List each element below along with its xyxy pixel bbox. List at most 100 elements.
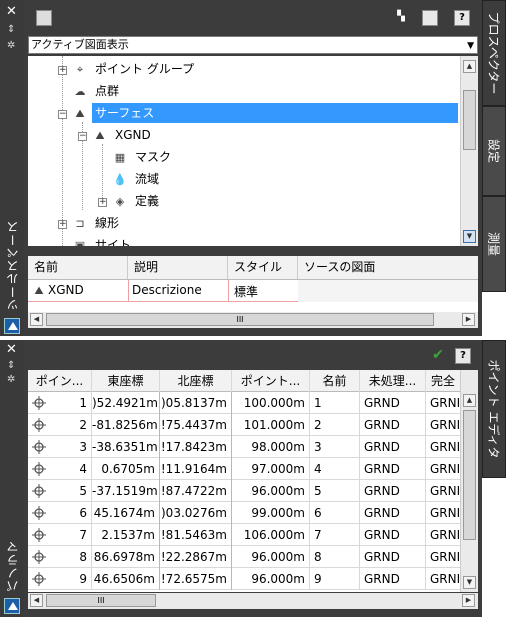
- scroll-right-icon[interactable]: ▶: [462, 313, 475, 326]
- help-button[interactable]: ?: [454, 10, 470, 26]
- cell-point-number[interactable]: 6: [28, 502, 92, 524]
- scroll-down-icon[interactable]: ▼: [463, 230, 476, 243]
- scroll-down-icon[interactable]: ▼: [463, 576, 476, 589]
- cell-easting[interactable]: 45.1674m: [92, 502, 160, 524]
- scroll-up-icon[interactable]: ▲: [463, 60, 476, 73]
- close-icon[interactable]: ✕: [6, 4, 17, 19]
- cell-elevation[interactable]: 106.000m: [232, 524, 310, 546]
- column-header-easting[interactable]: 東座標: [92, 370, 160, 392]
- cell-elevation[interactable]: 96.000m: [232, 568, 310, 590]
- scroll-left-icon[interactable]: ◀: [30, 594, 43, 607]
- panel-splitter[interactable]: [24, 248, 478, 253]
- cell-elevation[interactable]: 96.000m: [232, 546, 310, 568]
- cell-full-description[interactable]: GRNI: [426, 568, 460, 590]
- cell-full-description[interactable]: GRNI: [426, 524, 460, 546]
- scroll-thumb[interactable]: III: [46, 594, 156, 607]
- column-header-raw-description[interactable]: 未処理...: [360, 370, 426, 392]
- cell-name[interactable]: 8: [310, 546, 360, 568]
- cell-easting[interactable]: 86.6978m: [92, 546, 160, 568]
- tree-item-definition[interactable]: ◈ 定義: [112, 191, 162, 211]
- table-row[interactable]: 8 86.6978m !22.2867m 96.000m 8 GRND GRNI: [28, 546, 460, 568]
- cell-northing[interactable]: !17.8423m: [160, 436, 232, 458]
- view-dropdown[interactable]: アクティブ図面表示 ▼: [28, 36, 478, 54]
- scroll-thumb[interactable]: III: [46, 313, 434, 326]
- cell-northing[interactable]: !75.4437m: [160, 414, 232, 436]
- collapse-icon[interactable]: −: [58, 110, 67, 119]
- tab-settings[interactable]: 設定: [482, 106, 506, 196]
- cell-northing[interactable]: )03.0276m: [160, 502, 232, 524]
- cell-elevation[interactable]: 98.000m: [232, 436, 310, 458]
- tab-point-editor[interactable]: ポイント エディタ: [482, 340, 506, 478]
- expand-icon[interactable]: +: [98, 198, 107, 207]
- scroll-thumb[interactable]: [463, 410, 476, 540]
- properties-icon[interactable]: ✲: [7, 374, 15, 385]
- column-header-name[interactable]: 名前: [310, 370, 360, 392]
- cell-point-number[interactable]: 4: [28, 458, 92, 480]
- cell-name[interactable]: 2: [310, 414, 360, 436]
- expand-icon[interactable]: +: [58, 66, 67, 75]
- checkmark-icon[interactable]: ✔: [430, 348, 446, 364]
- cell-name[interactable]: 5: [310, 480, 360, 502]
- cell-easting[interactable]: -37.1519m: [92, 480, 160, 502]
- cell-name[interactable]: 6: [310, 502, 360, 524]
- cell-point-number[interactable]: 3: [28, 436, 92, 458]
- table-row[interactable]: 6 45.1674m)03.0276m 99.000m 6 GRND GRNI: [28, 502, 460, 524]
- cell-full-description[interactable]: GRNI: [426, 546, 460, 568]
- scroll-up-icon[interactable]: ▲: [463, 394, 476, 407]
- table-row[interactable]: 7 2.1537m !81.5463m 106.000m 7 GRND GRNI: [28, 524, 460, 546]
- cell-northing[interactable]: !81.5463m: [160, 524, 232, 546]
- tab-survey[interactable]: 測量: [482, 196, 506, 292]
- point-table-vertical-scrollbar[interactable]: ▲ ▼: [460, 370, 478, 592]
- tree-item-surface-xgnd[interactable]: ⛰ XGND: [92, 125, 154, 145]
- cell-raw-description[interactable]: GRND: [360, 392, 426, 414]
- help-button[interactable]: ?: [455, 348, 471, 364]
- tree-item-surfaces[interactable]: ⛰ サーフェス: [72, 103, 458, 123]
- table-row[interactable]: 1)52.4921m)05.8137m 100.000m 1 GRND GRNI: [28, 392, 460, 414]
- cell-name[interactable]: 9: [310, 568, 360, 590]
- tree-item-point-clouds[interactable]: ☁ 点群: [72, 81, 122, 101]
- cell-raw-description[interactable]: GRND: [360, 568, 426, 590]
- cell-full-description[interactable]: GRNI: [426, 502, 460, 524]
- cell-elevation[interactable]: 99.000m: [232, 502, 310, 524]
- tree-item-masks[interactable]: ▦ マスク: [112, 147, 174, 167]
- table-row[interactable]: 9 46.6506m !72.6575m 96.000m 9 GRND GRNI: [28, 568, 460, 590]
- cell-name[interactable]: 7: [310, 524, 360, 546]
- cell-full-description[interactable]: GRNI: [426, 392, 460, 414]
- cell-point-number[interactable]: 2: [28, 414, 92, 436]
- close-icon[interactable]: ✕: [6, 342, 17, 357]
- cell-raw-description[interactable]: GRND: [360, 414, 426, 436]
- cell-northing[interactable]: !87.4722m: [160, 480, 232, 502]
- cell-full-description[interactable]: GRNI: [426, 458, 460, 480]
- expand-icon[interactable]: +: [58, 220, 67, 229]
- scroll-thumb[interactable]: [463, 90, 476, 150]
- tree-item-alignments[interactable]: ⊐ 線形: [72, 213, 122, 233]
- cell-raw-description[interactable]: GRND: [360, 524, 426, 546]
- cell-northing[interactable]: !11.9164m: [160, 458, 232, 480]
- scroll-left-icon[interactable]: ◀: [30, 313, 43, 326]
- column-header-point-number[interactable]: ポイン...: [28, 370, 92, 392]
- cell-full-description[interactable]: GRNI: [426, 480, 460, 502]
- list-horizontal-scrollbar[interactable]: ◀ III ▶: [28, 312, 478, 328]
- cell-elevation[interactable]: 96.000m: [232, 480, 310, 502]
- scroll-right-icon[interactable]: ▶: [462, 594, 475, 607]
- cell-easting[interactable]: 0.6705m: [92, 458, 160, 480]
- cell-point-number[interactable]: 9: [28, 568, 92, 590]
- panel-icon[interactable]: [422, 10, 438, 26]
- table-row[interactable]: 4 0.6705m !11.9164m 97.000m 4 GRND GRNI: [28, 458, 460, 480]
- tree-item-watersheds[interactable]: 💧 流域: [112, 169, 162, 189]
- cell-easting[interactable]: -38.6351m: [92, 436, 160, 458]
- cell-easting[interactable]: 46.6506m: [92, 568, 160, 590]
- cell-easting[interactable]: -81.8256m: [92, 414, 160, 436]
- column-header-source-drawing[interactable]: ソースの図面: [298, 256, 478, 279]
- cell-full-description[interactable]: GRNI: [426, 414, 460, 436]
- auto-hide-icon[interactable]: ⇕: [7, 360, 15, 371]
- column-header-name[interactable]: 名前: [28, 256, 128, 279]
- table-row[interactable]: 2 -81.8256m !75.4437m 101.000m 2 GRND GRNI: [28, 414, 460, 436]
- cell-raw-description[interactable]: GRND: [360, 502, 426, 524]
- cell-point-number[interactable]: 7: [28, 524, 92, 546]
- cell-full-description[interactable]: GRNI: [426, 436, 460, 458]
- cell-raw-description[interactable]: GRND: [360, 480, 426, 502]
- table-row[interactable]: 5 -37.1519m !87.4722m 96.000m 5 GRND GRNI: [28, 480, 460, 502]
- cell-point-number[interactable]: 5: [28, 480, 92, 502]
- cell-raw-description[interactable]: GRND: [360, 546, 426, 568]
